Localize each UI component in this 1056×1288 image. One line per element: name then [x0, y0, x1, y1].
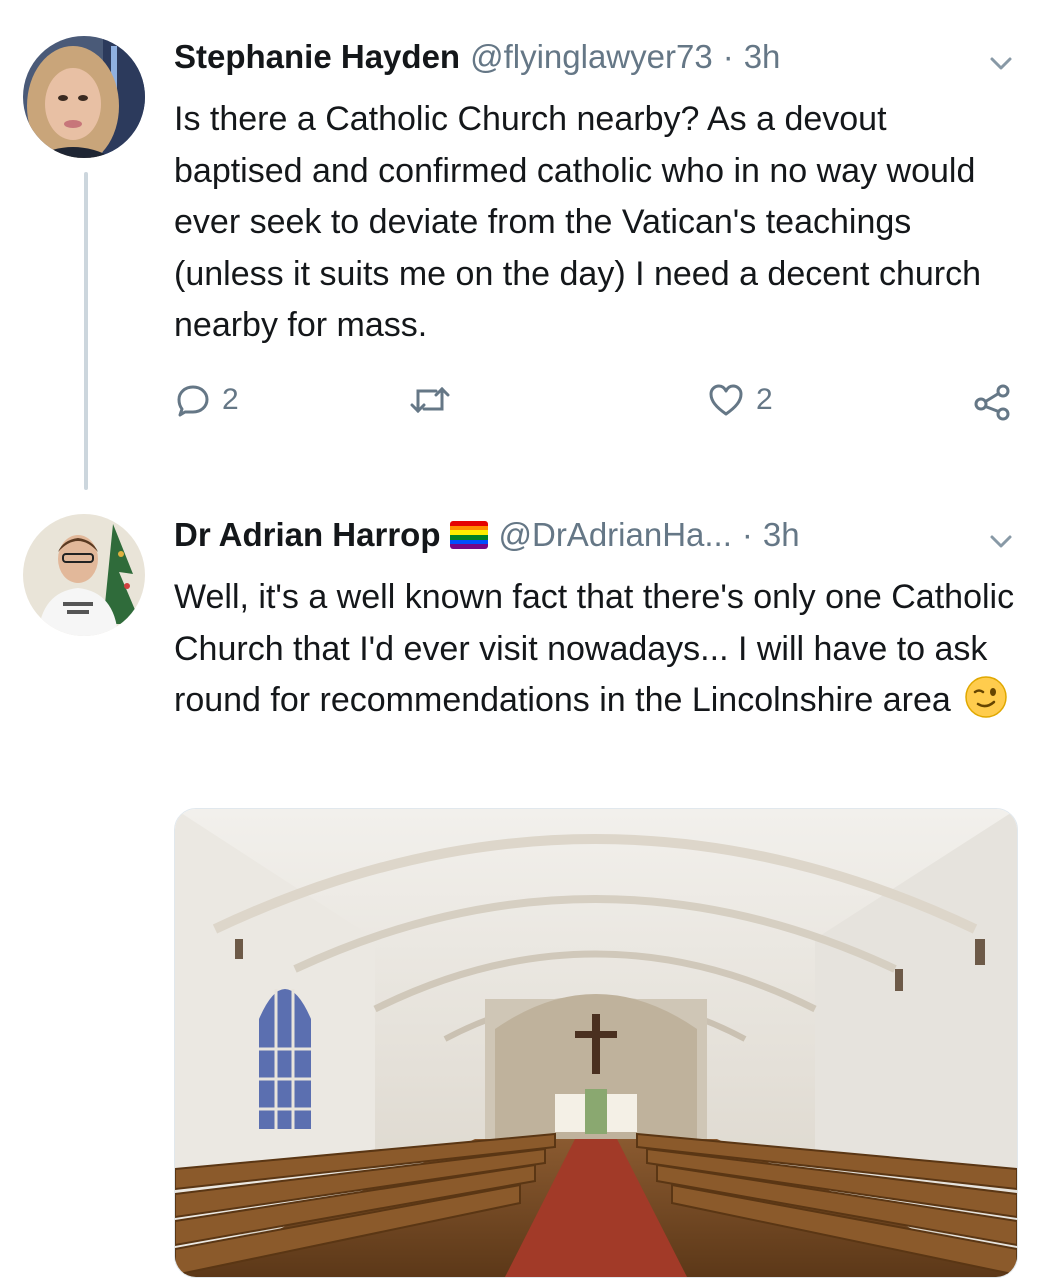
- author-name[interactable]: Stephanie Hayden: [174, 38, 460, 76]
- author-name[interactable]: Dr Adrian Harrop: [174, 516, 440, 554]
- retweet-button[interactable]: [410, 383, 450, 417]
- tweet-text: Well, it's a well known fact that there'…: [174, 572, 1024, 727]
- share-button[interactable]: [972, 383, 1012, 421]
- author-handle[interactable]: @DrAdrianHa...: [498, 516, 731, 554]
- church-interior-photo: [175, 809, 1017, 1277]
- avatar[interactable]: [23, 514, 145, 636]
- tweet-text: Is there a Catholic Church nearby? As a …: [174, 100, 982, 344]
- like-icon: [709, 384, 743, 416]
- separator: ·: [741, 516, 753, 553]
- share-icon: [974, 384, 1010, 421]
- pride-flag-emoji: [450, 521, 489, 549]
- chevron-down-icon[interactable]: [986, 526, 1016, 556]
- timestamp[interactable]: 3h: [763, 516, 800, 554]
- tweet-header: Dr Adrian Harrop @DrAdrianHa... · 3h: [174, 516, 800, 554]
- author-handle[interactable]: @flyinglawyer73: [470, 38, 713, 76]
- tweet-header: Stephanie Hayden @flyinglawyer73 · 3h: [174, 38, 780, 76]
- reply-button[interactable]: 2: [176, 383, 239, 417]
- tweet-actions: 2 2: [176, 383, 1026, 433]
- chevron-down-icon[interactable]: [986, 48, 1016, 78]
- avatar[interactable]: [23, 36, 145, 158]
- separator: ·: [722, 38, 734, 75]
- tweet-media-image[interactable]: [174, 808, 1018, 1278]
- tweet-stephanie-hayden[interactable]: Stephanie Hayden @flyinglawyer73 · 3h Is…: [0, 0, 1056, 480]
- timestamp[interactable]: 3h: [744, 38, 781, 76]
- like-button[interactable]: 2: [708, 383, 773, 417]
- reply-count: 2: [222, 383, 239, 416]
- tweet-text-content: Well, it's a well known fact that there'…: [174, 578, 1015, 719]
- like-count: 2: [756, 383, 773, 416]
- retweet-icon: [410, 386, 450, 414]
- reply-icon: [177, 385, 209, 417]
- winking-face-emoji: [965, 676, 1007, 718]
